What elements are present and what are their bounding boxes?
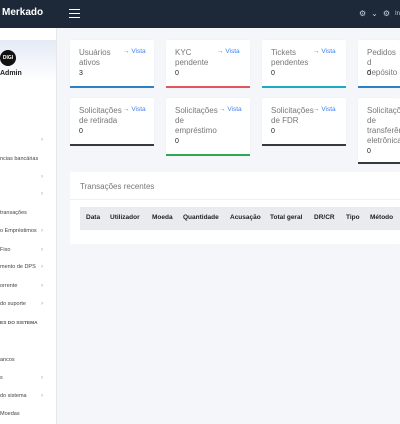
- chevron-right-icon: ›: [41, 247, 43, 253]
- card-value: 0: [367, 70, 371, 77]
- card-value: 0: [175, 70, 179, 77]
- card-active-users: Usuários ativos → Vista 3: [70, 40, 154, 88]
- hamburger-menu-icon[interactable]: [69, 9, 80, 19]
- company-logo: DIGI: [0, 50, 16, 66]
- card-value: 0: [367, 148, 371, 155]
- view-link[interactable]: → Vista: [219, 106, 242, 113]
- table-header: Data Utilizador Moeda Quantidade Acusaçã…: [80, 207, 400, 230]
- column-header-amount[interactable]: Quantidade: [183, 214, 219, 221]
- user-icon[interactable]: ⚙: [383, 9, 390, 19]
- sidebar-item-loans[interactable]: o Empréstimos ›: [0, 228, 50, 240]
- chevron-right-icon: ›: [41, 375, 43, 381]
- user-name-text[interactable]: In: [395, 11, 400, 17]
- view-link[interactable]: → Vista: [313, 106, 336, 113]
- column-header-user[interactable]: Utilizador: [110, 214, 140, 221]
- card-label: Usuários ativos: [79, 48, 111, 67]
- card-accent-bar: [262, 144, 346, 146]
- card-value: 0: [271, 128, 275, 135]
- card-label: Solicitações de FDR: [271, 106, 314, 125]
- sidebar: DIGI Admin › ncias bancárias › › transaç…: [0, 28, 57, 424]
- sidebar-item-support[interactable]: do suporte ›: [0, 301, 50, 313]
- chevron-right-icon: ›: [41, 174, 43, 180]
- chevron-right-icon: ›: [41, 137, 43, 143]
- sidebar-item-currencies[interactable]: Moedas: [0, 411, 50, 423]
- card-accent-bar: [166, 86, 250, 88]
- top-right-controls: ⚙ ⌄ ⚙ In: [359, 9, 400, 19]
- card-accent-bar: [166, 154, 250, 156]
- card-tickets-pending: Tickets pendentes → Vista 0: [262, 40, 346, 88]
- card-accent-bar: [358, 86, 400, 88]
- sidebar-item-banks[interactable]: ancos: [0, 357, 50, 369]
- card-label: Pedidos d depósito: [367, 48, 398, 77]
- sidebar-item-1[interactable]: ›: [0, 137, 50, 149]
- chevron-right-icon: ›: [41, 264, 43, 270]
- card-loan-requests: Solicitações de empréstimo → Vista 0: [166, 98, 250, 156]
- sidebar-item-3[interactable]: ›: [0, 174, 50, 186]
- arrow-right-icon: →: [123, 106, 130, 113]
- chevron-right-icon: ›: [41, 283, 43, 289]
- column-header-charge[interactable]: Acusação: [230, 214, 261, 221]
- column-header-dr-cr[interactable]: DR/CR: [314, 214, 335, 221]
- view-link[interactable]: → Vista: [123, 48, 146, 55]
- sidebar-section-heading: ES DO SISTEMA: [0, 321, 38, 326]
- view-link[interactable]: → Vista: [313, 48, 336, 55]
- card-accent-bar: [358, 162, 400, 164]
- sidebar-item-transactions[interactable]: transações: [0, 210, 50, 222]
- view-link[interactable]: → Vista: [217, 48, 240, 55]
- brand-name[interactable]: Merkado: [2, 7, 43, 18]
- divider: [70, 199, 400, 200]
- view-link[interactable]: → Vista: [123, 106, 146, 113]
- arrow-right-icon: →: [313, 106, 320, 113]
- top-bar: Merkado ⚙ ⌄ ⚙ In: [0, 0, 400, 28]
- card-accent-bar: [70, 86, 154, 88]
- arrow-right-icon: →: [313, 48, 320, 55]
- card-kyc-pending: KYC pendente → Vista 0: [166, 40, 250, 88]
- sidebar-profile: DIGI Admin: [0, 40, 56, 82]
- sidebar-item-current[interactable]: orrente ›: [0, 283, 50, 295]
- chevron-right-icon: ›: [41, 228, 43, 234]
- column-header-grand-total[interactable]: Total geral: [270, 214, 302, 221]
- card-accent-bar: [70, 144, 154, 146]
- arrow-right-icon: →: [219, 106, 226, 113]
- card-value: 3: [79, 70, 83, 77]
- column-header-method[interactable]: Método: [370, 214, 393, 221]
- card-deposit-requests: Pedidos d depósito 0: [358, 40, 400, 88]
- sidebar-item-dps[interactable]: mento de DPS ›: [0, 264, 50, 276]
- sidebar-item-bank-accounts[interactable]: ncias bancárias: [0, 156, 50, 168]
- card-label: Tickets pendentes: [271, 48, 309, 67]
- arrow-right-icon: →: [123, 48, 130, 55]
- recent-transactions-panel: Transações recentes Data Utilizador Moed…: [70, 172, 400, 244]
- sidebar-item-s[interactable]: s ›: [0, 375, 50, 387]
- chevron-right-icon: ›: [41, 301, 43, 307]
- card-fdr-requests: Solicitações de FDR → Vista 0: [262, 98, 346, 146]
- card-label: KYC pendente: [175, 48, 209, 67]
- column-header-currency[interactable]: Moeda: [152, 214, 173, 221]
- user-role: Admin: [0, 70, 22, 77]
- card-accent-bar: [262, 86, 346, 88]
- sidebar-item-system[interactable]: do sistema ›: [0, 393, 50, 405]
- card-label: Solicitações de empréstimo: [175, 106, 218, 135]
- language-icon[interactable]: ⚙: [359, 9, 366, 19]
- column-header-type[interactable]: Tipo: [346, 214, 360, 221]
- card-value: 0: [271, 70, 275, 77]
- chevron-right-icon: ›: [41, 393, 43, 399]
- card-label: Solicitações de retirada: [79, 106, 122, 125]
- card-label: Solicitaçõedetransferênceletrônica: [367, 106, 400, 145]
- card-value: 0: [79, 128, 83, 135]
- chevron-down-icon[interactable]: ⌄: [371, 9, 378, 19]
- sidebar-item-fixed[interactable]: Fixo ›: [0, 247, 50, 259]
- card-wire-transfer-requests: Solicitaçõedetransferênceletrônica 0: [358, 98, 400, 164]
- column-header-date[interactable]: Data: [86, 214, 100, 221]
- panel-title: Transações recentes: [80, 182, 155, 191]
- chevron-right-icon: ›: [41, 191, 43, 197]
- sidebar-item-4[interactable]: ›: [0, 191, 50, 203]
- card-value: 0: [175, 138, 179, 145]
- arrow-right-icon: →: [217, 48, 224, 55]
- card-withdraw-requests: Solicitações de retirada → Vista 0: [70, 98, 154, 146]
